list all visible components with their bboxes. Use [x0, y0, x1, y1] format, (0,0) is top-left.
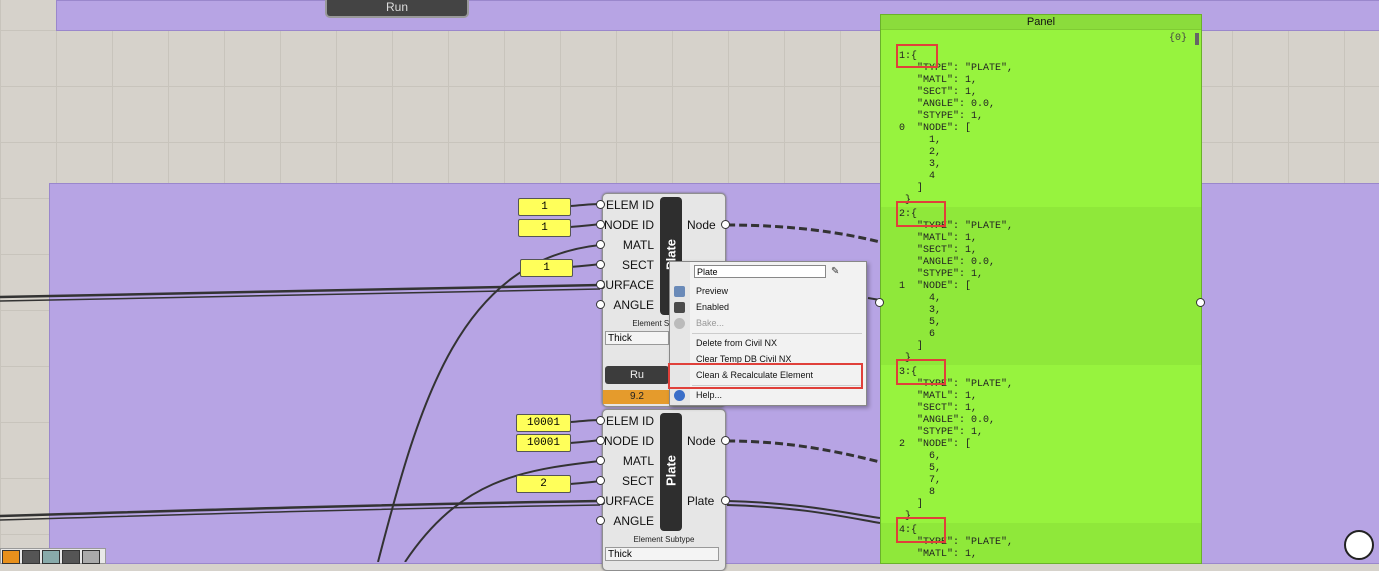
progress-bar: 9.2: [603, 390, 671, 404]
input-surface[interactable]: SURFACE: [597, 278, 654, 292]
menu-item-delete-civil-nx[interactable]: Delete from Civil NX: [696, 338, 777, 348]
input-elem-id[interactable]: ELEM ID: [606, 198, 654, 212]
panel-entry-text: 3:{ "TYPE": "PLATE", "MATL": 1, "SECT": …: [899, 367, 1014, 522]
input-port[interactable]: [596, 280, 605, 289]
menu-item-help[interactable]: Help...: [696, 390, 722, 400]
menu-item-bake: Bake...: [696, 318, 725, 328]
panel-entry-index: 1: [899, 281, 906, 292]
preview-icon: [674, 286, 685, 297]
input-sect[interactable]: SECT: [622, 258, 654, 272]
panel-entry-index: 2: [899, 439, 906, 450]
output-node[interactable]: Node: [687, 218, 716, 232]
input-surface[interactable]: SURFACE: [597, 494, 654, 508]
input-sect[interactable]: SECT: [622, 474, 654, 488]
run-button[interactable]: Ru: [605, 366, 669, 384]
highlight-box: [896, 517, 946, 543]
sect-value[interactable]: 2: [516, 475, 571, 493]
input-port[interactable]: [596, 240, 605, 249]
bake-icon: [674, 318, 685, 329]
output-port[interactable]: [721, 496, 730, 505]
input-node-id[interactable]: NODE ID: [604, 434, 654, 448]
input-port[interactable]: [596, 476, 605, 485]
elem-id-value[interactable]: 10001: [516, 414, 571, 432]
component-name-badge: Plate: [660, 413, 682, 531]
output-port[interactable]: [721, 436, 730, 445]
menu-item-preview[interactable]: Preview: [696, 286, 728, 296]
highlight-box: [896, 359, 946, 385]
input-angle[interactable]: ANGLE: [613, 514, 654, 528]
input-port[interactable]: [596, 300, 605, 309]
input-node-id[interactable]: NODE ID: [604, 218, 654, 232]
panel-title: Panel: [881, 15, 1201, 30]
highlight-box: [896, 201, 946, 227]
menu-item-enabled[interactable]: Enabled: [696, 302, 729, 312]
output-port[interactable]: [721, 220, 730, 229]
subtype-dropdown[interactable]: Thick: [605, 547, 719, 561]
component-name-field[interactable]: Plate: [694, 265, 826, 278]
menu-separator: [692, 333, 862, 334]
subtype-dropdown[interactable]: Thick: [605, 331, 669, 345]
input-matl[interactable]: MATL: [623, 238, 654, 252]
panel-path: {0}: [1168, 33, 1187, 44]
panel-input-port[interactable]: [875, 298, 884, 307]
sect-value[interactable]: 1: [520, 259, 573, 277]
panel-output-port[interactable]: [1196, 298, 1205, 307]
input-matl[interactable]: MATL: [623, 454, 654, 468]
panel-entry: 3:{ "TYPE": "PLATE", "MATL": 1, "SECT": …: [881, 365, 1201, 523]
elem-id-value[interactable]: 1: [518, 198, 571, 216]
output-node[interactable]: Node: [687, 434, 716, 448]
panel-entry-text: 1:{ "TYPE": "PLATE", "MATL": 1, "SECT": …: [899, 51, 1014, 206]
component-name: Plate: [663, 454, 679, 487]
input-port[interactable]: [596, 416, 605, 425]
name-edit-icon[interactable]: ✎: [831, 266, 843, 277]
input-port[interactable]: [596, 496, 605, 505]
input-port[interactable]: [596, 456, 605, 465]
input-port[interactable]: [596, 436, 605, 445]
navigation-compass-icon[interactable]: [1344, 530, 1374, 560]
element-subtype-label: Element Subtype: [633, 535, 695, 544]
node-id-value[interactable]: 1: [518, 219, 571, 237]
highlight-box: [896, 44, 938, 68]
input-elem-id[interactable]: ELEM ID: [606, 414, 654, 428]
input-port[interactable]: [596, 220, 605, 229]
text-panel[interactable]: Panel {0} 1:{ "TYPE": "PLATE", "MATL": 1…: [880, 14, 1202, 564]
input-port[interactable]: [596, 516, 605, 525]
panel-scrollbar[interactable]: [1195, 33, 1199, 45]
panel-entry: 2:{ "TYPE": "PLATE", "MATL": 1, "SECT": …: [881, 207, 1201, 365]
input-port[interactable]: [596, 260, 605, 269]
highlight-box: [668, 363, 863, 389]
input-port[interactable]: [596, 200, 605, 209]
enabled-icon: [674, 302, 685, 313]
plate-component[interactable]: ELEM ID NODE ID MATL SECT SURFACE ANGLE …: [597, 409, 726, 571]
panel-entry-index: 0: [899, 123, 906, 134]
output-plate[interactable]: Plate: [687, 494, 714, 508]
input-angle[interactable]: ANGLE: [613, 298, 654, 312]
help-icon: [674, 390, 685, 401]
panel-entry-text: 2:{ "TYPE": "PLATE", "MATL": 1, "SECT": …: [899, 209, 1014, 364]
node-id-value[interactable]: 10001: [516, 434, 571, 452]
panel-entry: 1:{ "TYPE": "PLATE", "MATL": 1, "SECT": …: [881, 49, 1201, 207]
